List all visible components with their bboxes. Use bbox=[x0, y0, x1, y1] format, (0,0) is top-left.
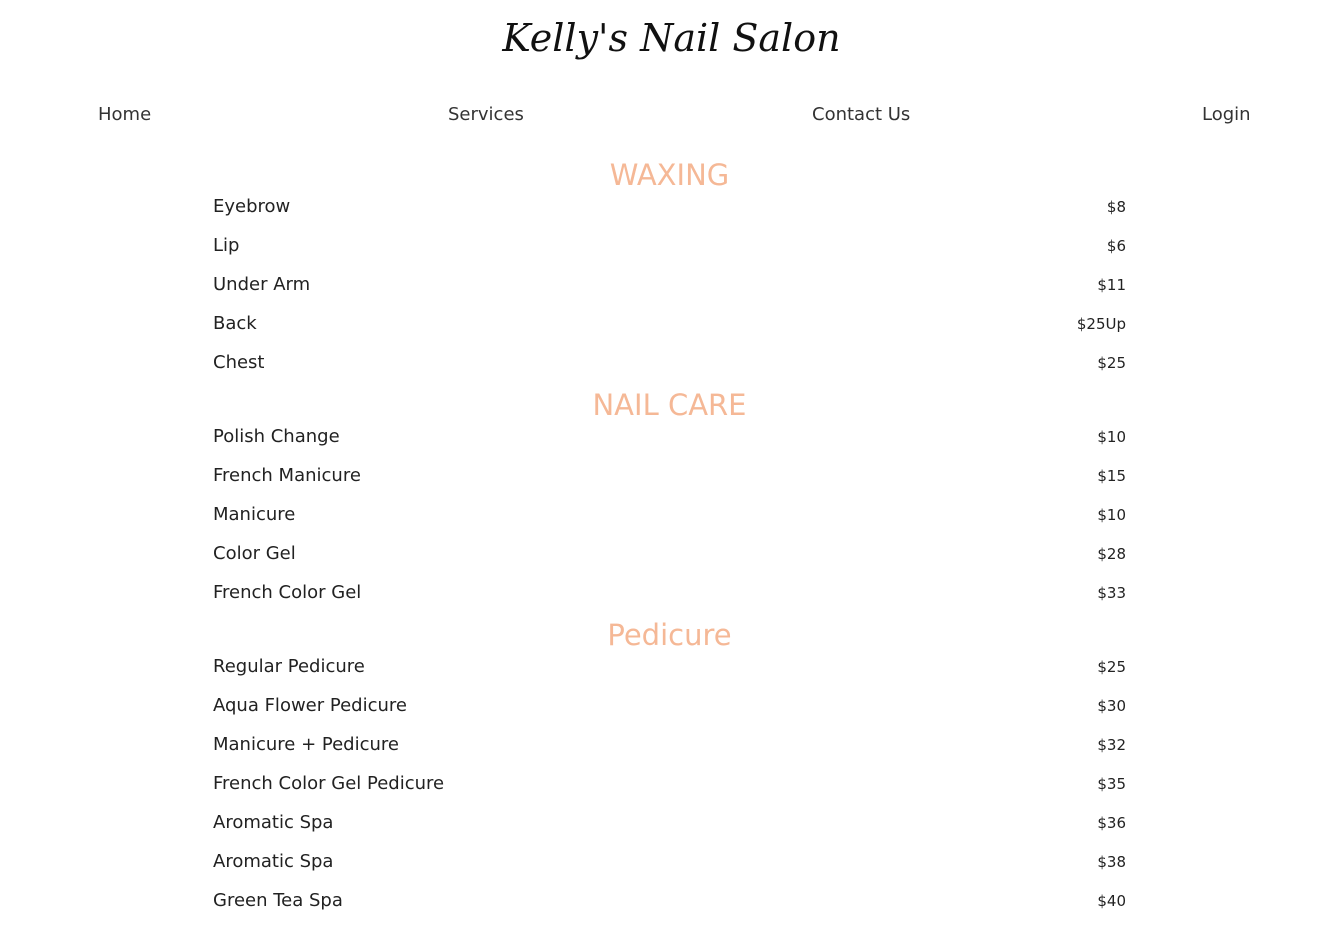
service-price: $36 bbox=[1097, 814, 1126, 832]
service-price: $11 bbox=[1097, 276, 1126, 294]
service-price: $25 bbox=[1097, 354, 1126, 372]
service-name: Under Arm bbox=[213, 274, 311, 295]
nav-services-link[interactable]: Services bbox=[448, 102, 524, 128]
service-row: Chest $25 bbox=[213, 350, 1126, 389]
nav-login-link[interactable]: Login bbox=[1202, 102, 1251, 128]
service-name: Color Gel bbox=[213, 543, 296, 564]
service-row: Polish Change $10 bbox=[213, 424, 1126, 463]
section-title: Pedicure bbox=[607, 618, 732, 652]
service-row: Aromatic Spa $36 bbox=[213, 810, 1126, 849]
service-price: $8 bbox=[1106, 198, 1126, 216]
service-row: Manicure + Pedicure $32 bbox=[213, 732, 1126, 771]
service-row: Aqua Flower Pedicure $30 bbox=[213, 693, 1126, 732]
section-title: WAXING bbox=[609, 158, 730, 192]
service-row: Green Tea Spa $40 bbox=[213, 888, 1126, 927]
service-row: French Manicure $15 bbox=[213, 463, 1126, 502]
site-title: Kelly's Nail Salon bbox=[502, 16, 841, 60]
section-title: NAIL CARE bbox=[592, 388, 747, 422]
service-name: French Manicure bbox=[213, 465, 361, 486]
service-price: $40 bbox=[1097, 892, 1126, 910]
service-name: French Color Gel Pedicure bbox=[213, 773, 445, 794]
service-name: Lip bbox=[213, 235, 240, 256]
section-waxing: WAXING Eyebrow $8 Lip $6 Under Arm $11 B… bbox=[213, 156, 1126, 389]
service-price: $38 bbox=[1097, 853, 1126, 871]
service-price: $35 bbox=[1097, 775, 1126, 793]
service-name: Polish Change bbox=[213, 426, 340, 447]
service-price: $6 bbox=[1106, 237, 1126, 255]
section-nail-care: NAIL CARE Polish Change $10 French Manic… bbox=[213, 386, 1126, 619]
service-row: Under Arm $11 bbox=[213, 272, 1126, 311]
service-price: $10 bbox=[1097, 506, 1126, 524]
service-row: Regular Pedicure $25 bbox=[213, 654, 1126, 693]
service-name: Aqua Flower Pedicure bbox=[213, 695, 407, 716]
service-row: Back $25Up bbox=[213, 311, 1126, 350]
service-price: $28 bbox=[1097, 545, 1126, 563]
service-row: Color Gel $28 bbox=[213, 541, 1126, 580]
service-price: $15 bbox=[1097, 467, 1126, 485]
service-row: Aromatic Spa $38 bbox=[213, 849, 1126, 888]
service-name: Back bbox=[213, 313, 257, 334]
service-price: $30 bbox=[1097, 697, 1126, 715]
nav-home-link[interactable]: Home bbox=[98, 102, 151, 128]
service-name: Chest bbox=[213, 352, 265, 373]
service-name: Manicure + Pedicure bbox=[213, 734, 399, 755]
service-price: $33 bbox=[1097, 584, 1126, 602]
service-name: French Color Gel bbox=[213, 582, 362, 603]
service-price: $32 bbox=[1097, 736, 1126, 754]
service-price: $10 bbox=[1097, 428, 1126, 446]
service-row: French Color Gel Pedicure $35 bbox=[213, 771, 1126, 810]
nav-contact-link[interactable]: Contact Us bbox=[812, 102, 910, 128]
service-name: Regular Pedicure bbox=[213, 656, 365, 677]
section-pedicure: Pedicure Regular Pedicure $25 Aqua Flowe… bbox=[213, 616, 1126, 927]
service-price: $25 bbox=[1097, 658, 1126, 676]
service-row: Eyebrow $8 bbox=[213, 194, 1126, 233]
service-name: Aromatic Spa bbox=[213, 812, 334, 833]
service-row: Manicure $10 bbox=[213, 502, 1126, 541]
main-nav: Home Services Contact Us Login bbox=[0, 102, 1343, 128]
service-row: French Color Gel $33 bbox=[213, 580, 1126, 619]
service-row: Lip $6 bbox=[213, 233, 1126, 272]
service-name: Green Tea Spa bbox=[213, 890, 343, 911]
service-name: Eyebrow bbox=[213, 196, 291, 217]
service-name: Manicure bbox=[213, 504, 296, 525]
service-price: $25Up bbox=[1076, 315, 1126, 333]
services-menu: WAXING Eyebrow $8 Lip $6 Under Arm $11 B… bbox=[213, 156, 1126, 927]
service-name: Aromatic Spa bbox=[213, 851, 334, 872]
